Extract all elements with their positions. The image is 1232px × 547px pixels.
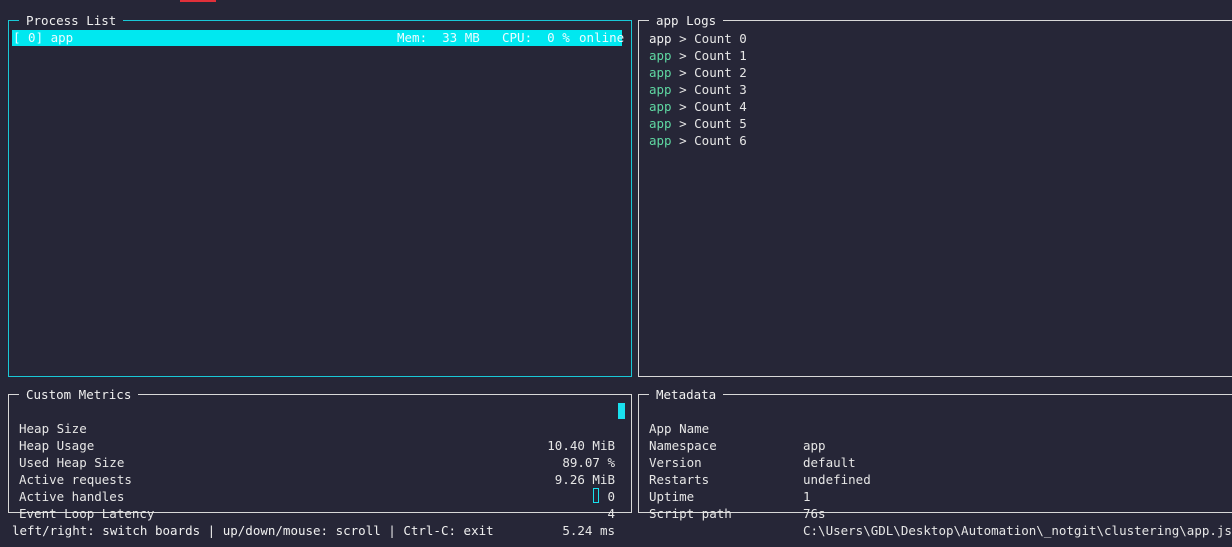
process-list-title: Process List [19, 12, 124, 29]
log-app-name: app [649, 31, 672, 46]
top-indicator [180, 0, 216, 2]
log-app-name: app [649, 99, 672, 114]
log-text: > Count 5 [671, 116, 747, 131]
log-text: > Count 2 [671, 65, 747, 80]
log-list: app > Count 0 app > Count 1 app > Count … [649, 30, 747, 149]
metadata-title: Metadata [649, 386, 724, 403]
log-line: app > Count 1 [649, 47, 747, 64]
process-list-panel[interactable]: Process List [ 0] app Mem: 33 MB CPU: 0 … [8, 12, 632, 377]
cursor-outline [593, 488, 599, 503]
metric-row-heap-usage: Heap Usage 89.07 % [19, 420, 615, 470]
meta-row-restarts: Restarts 1 [649, 454, 1229, 504]
metric-row-active-requests: Active requests 0 [19, 454, 615, 504]
log-line: app > Count 5 [649, 115, 747, 132]
meta-row-namespace: Namespace default [649, 420, 1229, 470]
log-line: app > Count 2 [649, 64, 747, 81]
meta-row-script-path: Script path C:\Users\GDL\Desktop\Automat… [649, 488, 1232, 538]
meta-key: Script path [649, 506, 732, 521]
metric-label: Event Loop Latency [19, 506, 155, 521]
log-app-name: app [649, 48, 672, 63]
metric-value: 4 [607, 506, 615, 521]
log-app-name: app [649, 65, 672, 80]
log-line: app > Count 0 [649, 30, 747, 47]
footer-help: left/right: switch boards | up/down/mous… [12, 523, 494, 538]
meta-row-app-name: App Name app [649, 403, 1229, 453]
metric-row-event-loop-latency: Event Loop Latency 5.24 ms [19, 488, 615, 538]
logs-panel[interactable]: app Logs app > Count 0 app > Count 1 app… [638, 12, 1232, 377]
log-text: > Count 3 [671, 82, 747, 97]
process-status: online [579, 30, 625, 45]
log-text: > Count 4 [671, 99, 747, 114]
custom-metrics-panel[interactable]: Custom Metrics Heap Size 10.40 MiB Heap … [8, 386, 632, 538]
metric-row-active-handles: Active handles 4 [19, 471, 615, 521]
metric-row-used-heap-size: Used Heap Size 9.26 MiB [19, 437, 615, 487]
logs-title: app Logs [649, 12, 724, 29]
log-text: > Count 0 [671, 31, 747, 46]
meta-row-version: Version undefined [649, 437, 1229, 487]
log-line: app > Count 4 [649, 98, 747, 115]
metric-value: 5.24 ms [562, 523, 615, 538]
log-line: app > Count 6 [649, 132, 747, 149]
log-app-name: app [649, 116, 672, 131]
log-text: > Count 1 [671, 48, 747, 63]
custom-metrics-title: Custom Metrics [19, 386, 139, 403]
process-row[interactable]: [ 0] app Mem: 33 MB CPU: 0 % online [12, 30, 625, 46]
metric-row-heap-size: Heap Size 10.40 MiB [19, 403, 625, 453]
log-app-name: app [649, 133, 672, 148]
process-id: [ 0] app [13, 30, 74, 45]
log-line: app > Count 3 [649, 81, 747, 98]
process-mem: Mem: 33 MB [397, 30, 480, 45]
log-text: > Count 6 [671, 133, 747, 148]
cursor-block [618, 403, 625, 419]
log-app-name: app [649, 82, 672, 97]
metadata-panel[interactable]: Metadata App Name app Namespace default … [638, 386, 1232, 538]
meta-value: 76s [803, 506, 826, 521]
meta-row-uptime: Uptime 76s [649, 471, 1229, 521]
process-cpu: CPU: 0 % [502, 30, 570, 45]
meta-value: C:\Users\GDL\Desktop\Automation\_notgit\… [803, 523, 1232, 538]
